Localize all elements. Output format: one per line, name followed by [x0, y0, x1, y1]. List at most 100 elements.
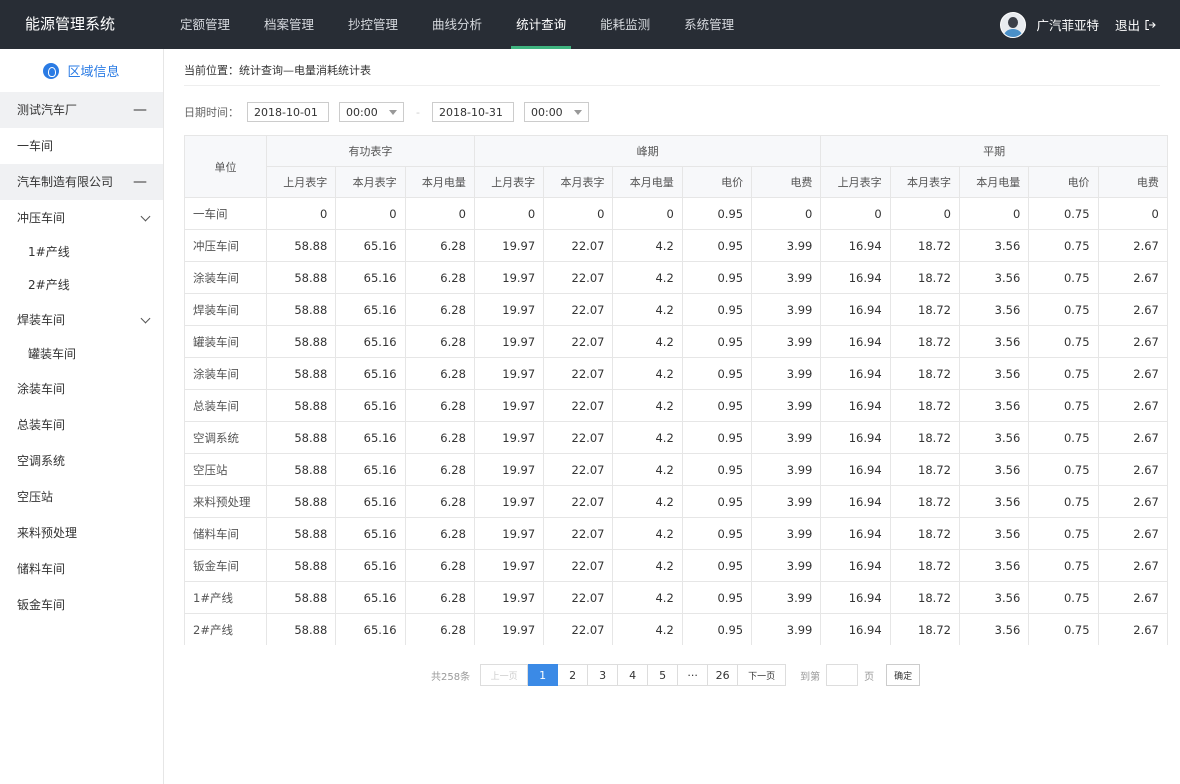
nav-item-7[interactable]: 系统管理: [667, 0, 751, 49]
sidebar-item[interactable]: 1#产线: [0, 236, 163, 269]
table-cell: 0.95: [681, 229, 753, 262]
sidebar-item[interactable]: 汽车制造有限公司 —: [0, 164, 163, 200]
table-cell: 3.56: [958, 357, 1030, 390]
table-cell: 6.28: [404, 517, 475, 550]
column-header: 本月表字: [543, 166, 614, 198]
table-cell: 0: [958, 197, 1030, 230]
table-cell: 4.2: [612, 389, 683, 422]
table-cell: 58.88: [265, 613, 337, 645]
stats-table-container[interactable]: 单位 有功表字 峰期 平期 上月表字 本月表字 本月电量 上月表字 本月表字 本月电量 电价 电费 上月…: [184, 135, 1180, 645]
table-cell: 58.88: [265, 549, 337, 582]
sidebar-item[interactable]: 空压站: [0, 479, 163, 515]
table-cell: 3.99: [751, 325, 822, 358]
table-cell: 65.16: [335, 581, 406, 614]
start-date-input[interactable]: 2018-10-01: [247, 102, 329, 122]
collapse-icon[interactable]: —: [133, 92, 147, 128]
nav-item-6[interactable]: 能耗监测: [583, 0, 667, 49]
table-cell: 0.75: [1028, 517, 1099, 550]
table-row[interactable]: 一车间 0 0 0 0 0 0 0.95 0 0 0 0 0.75 0: [184, 197, 1168, 230]
logout-button[interactable]: 退出: [1115, 15, 1156, 34]
sidebar-item[interactable]: 涂装车间: [0, 371, 163, 407]
table-cell: 3.56: [958, 581, 1030, 614]
prev-page-button[interactable]: 上一页: [480, 664, 529, 686]
sidebar-item[interactable]: 空调系统: [0, 443, 163, 479]
goto-page-input[interactable]: [826, 664, 859, 686]
table-cell: 16.94: [820, 421, 891, 454]
nav-item-1[interactable]: 定额管理: [163, 0, 247, 49]
sidebar-item[interactable]: 来料预处理: [0, 515, 163, 551]
caret-down-icon: [573, 110, 582, 115]
page-button-5[interactable]: 5: [648, 664, 679, 686]
table-row[interactable]: 涂装车间 58.88 65.16 6.28 19.97 22.07 4.2 0.95 3.99 1…: [184, 357, 1168, 390]
table-cell: 0: [404, 197, 475, 230]
table-cell: 2.67: [1097, 357, 1168, 390]
table-row[interactable]: 来料预处理 58.88 65.16 6.28 19.97 22.07 4.2 0.95 3.99…: [184, 485, 1168, 518]
nav-item-3[interactable]: 抄控管理: [331, 0, 415, 49]
collapse-icon[interactable]: —: [133, 164, 147, 200]
sidebar-item[interactable]: 焊装车间: [0, 302, 163, 338]
page-button-4[interactable]: 4: [618, 664, 649, 686]
table-cell: 6.28: [404, 389, 475, 422]
table-cell-unit: 来料预处理: [184, 485, 267, 518]
column-header-unit: 单位: [184, 135, 267, 198]
chevron-down-icon[interactable]: [140, 313, 151, 324]
start-time-select[interactable]: 00:00: [339, 102, 404, 122]
sidebar-item[interactable]: 罐装车间: [0, 338, 163, 371]
table-cell: 2.67: [1097, 229, 1168, 262]
table-row[interactable]: 空调系统 58.88 65.16 6.28 19.97 22.07 4.2 0.95 3.99 1…: [184, 421, 1168, 454]
caret-down-icon: [389, 110, 397, 115]
table-cell: 3.56: [958, 261, 1030, 294]
end-time-select[interactable]: 00:00: [523, 102, 589, 122]
confirm-button[interactable]: 确定: [886, 664, 921, 686]
table-row[interactable]: 储料车间 58.88 65.16 6.28 19.97 22.07 4.2 0.95 3.99 1…: [184, 517, 1168, 550]
chevron-down-icon[interactable]: [140, 211, 151, 222]
next-page-button[interactable]: 下一页: [738, 664, 787, 686]
table-cell: 58.88: [265, 517, 337, 550]
sidebar-item-label: 1#产线: [28, 245, 70, 259]
table-cell: 2.67: [1097, 581, 1168, 614]
table-cell: 58.88: [265, 389, 337, 422]
sidebar-item[interactable]: 储料车间: [0, 551, 163, 587]
table-cell: 3.56: [958, 453, 1030, 486]
sidebar-item[interactable]: 2#产线: [0, 269, 163, 302]
page-button-1[interactable]: 1: [528, 664, 559, 686]
nav-item-2[interactable]: 档案管理: [247, 0, 331, 49]
table-cell: 3.56: [958, 389, 1030, 422]
table-cell: 6.28: [404, 549, 475, 582]
page-button-26[interactable]: 26: [708, 664, 739, 686]
table-cell: 2.67: [1097, 549, 1168, 582]
table-row[interactable]: 冲压车间 58.88 65.16 6.28 19.97 22.07 4.2 0.95 3.99 1…: [184, 229, 1168, 262]
table-cell: 0: [335, 197, 406, 230]
electricity-stats-table: 单位 有功表字 峰期 平期 上月表字 本月表字 本月电量 上月表字 本月表字 本月电量 电价 电费 上月…: [184, 135, 1168, 645]
page-button-2[interactable]: 2: [558, 664, 589, 686]
page-button-···[interactable]: ···: [678, 664, 709, 686]
table-row[interactable]: 罐装车间 58.88 65.16 6.28 19.97 22.07 4.2 0.95 3.99 1…: [184, 325, 1168, 358]
user-name[interactable]: 广汽菲亚特: [1036, 15, 1099, 34]
table-cell: 22.07: [543, 357, 614, 390]
table-row[interactable]: 钣金车间 58.88 65.16 6.28 19.97 22.07 4.2 0.95 3.99 1…: [184, 549, 1168, 582]
table-cell: 6.28: [404, 293, 475, 326]
nav-item-4[interactable]: 曲线分析: [415, 0, 499, 49]
table-row[interactable]: 空压站 58.88 65.16 6.28 19.97 22.07 4.2 0.95 3.99 16…: [184, 453, 1168, 486]
avatar[interactable]: [1000, 11, 1027, 38]
nav-item-5[interactable]: 统计查询: [499, 0, 583, 49]
table-cell: 0.75: [1028, 229, 1099, 262]
table-row[interactable]: 焊装车间 58.88 65.16 6.28 19.97 22.07 4.2 0.95 3.99 1…: [184, 293, 1168, 326]
table-row[interactable]: 2#产线 58.88 65.16 6.28 19.97 22.07 4.2 0.95 3.99 1…: [184, 613, 1168, 645]
sidebar-item[interactable]: 一车间: [0, 128, 163, 164]
column-header: 电费: [1097, 166, 1168, 198]
sidebar-item[interactable]: 测试汽车厂 —: [0, 92, 163, 128]
end-date-input[interactable]: 2018-10-31: [431, 102, 514, 122]
sidebar-item[interactable]: 总装车间: [0, 407, 163, 443]
sidebar-item[interactable]: 钣金车间: [0, 587, 163, 623]
page-button-3[interactable]: 3: [588, 664, 619, 686]
table-cell: 0.95: [681, 293, 753, 326]
table-row[interactable]: 1#产线 58.88 65.16 6.28 19.97 22.07 4.2 0.95 3.99 1…: [184, 581, 1168, 614]
table-cell: 0.95: [681, 453, 753, 486]
table-row[interactable]: 涂装车间 58.88 65.16 6.28 19.97 22.07 4.2 0.95 3.99 1…: [184, 261, 1168, 294]
table-row[interactable]: 总装车间 58.88 65.16 6.28 19.97 22.07 4.2 0.95 3.99 1…: [184, 389, 1168, 422]
table-cell: 0.95: [681, 197, 753, 230]
column-group-header: 峰期: [473, 135, 822, 167]
table-cell: 0.95: [681, 581, 753, 614]
sidebar-item[interactable]: 冲压车间: [0, 200, 163, 236]
